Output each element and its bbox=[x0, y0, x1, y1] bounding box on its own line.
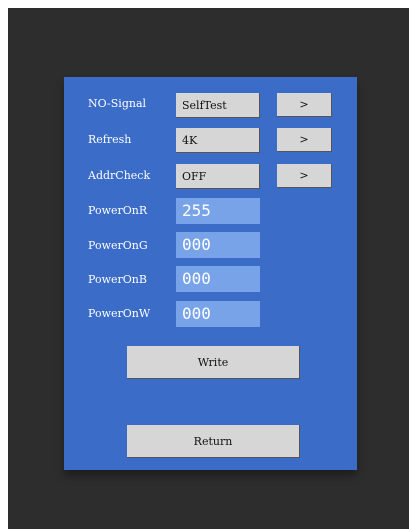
power-on-g-label: PowerOnG bbox=[88, 239, 148, 252]
power-on-b-label: PowerOnB bbox=[88, 273, 147, 286]
no-signal-next-button[interactable]: > bbox=[277, 93, 332, 117]
power-on-b-input[interactable]: 000 bbox=[176, 266, 260, 292]
addr-check-value: OFF bbox=[176, 164, 260, 189]
settings-panel: NO-Signal SelfTest > Refresh 4K > AddrCh… bbox=[64, 77, 357, 470]
power-on-w-input[interactable]: 000 bbox=[176, 301, 260, 327]
no-signal-label: NO-Signal bbox=[88, 97, 147, 110]
refresh-value: 4K bbox=[176, 128, 260, 153]
no-signal-value: SelfTest bbox=[176, 93, 260, 118]
power-on-g-input[interactable]: 000 bbox=[176, 232, 260, 258]
refresh-label: Refresh bbox=[88, 133, 132, 146]
device-screen: NO-Signal SelfTest > Refresh 4K > AddrCh… bbox=[8, 8, 409, 529]
return-button[interactable]: Return bbox=[127, 425, 300, 458]
power-on-w-label: PowerOnW bbox=[88, 307, 151, 320]
addr-check-label: AddrCheck bbox=[88, 169, 151, 182]
refresh-next-button[interactable]: > bbox=[277, 128, 332, 152]
addr-check-next-button[interactable]: > bbox=[277, 164, 332, 188]
power-on-r-input[interactable]: 255 bbox=[176, 198, 260, 224]
write-button[interactable]: Write bbox=[127, 346, 300, 379]
power-on-r-label: PowerOnR bbox=[88, 204, 148, 217]
